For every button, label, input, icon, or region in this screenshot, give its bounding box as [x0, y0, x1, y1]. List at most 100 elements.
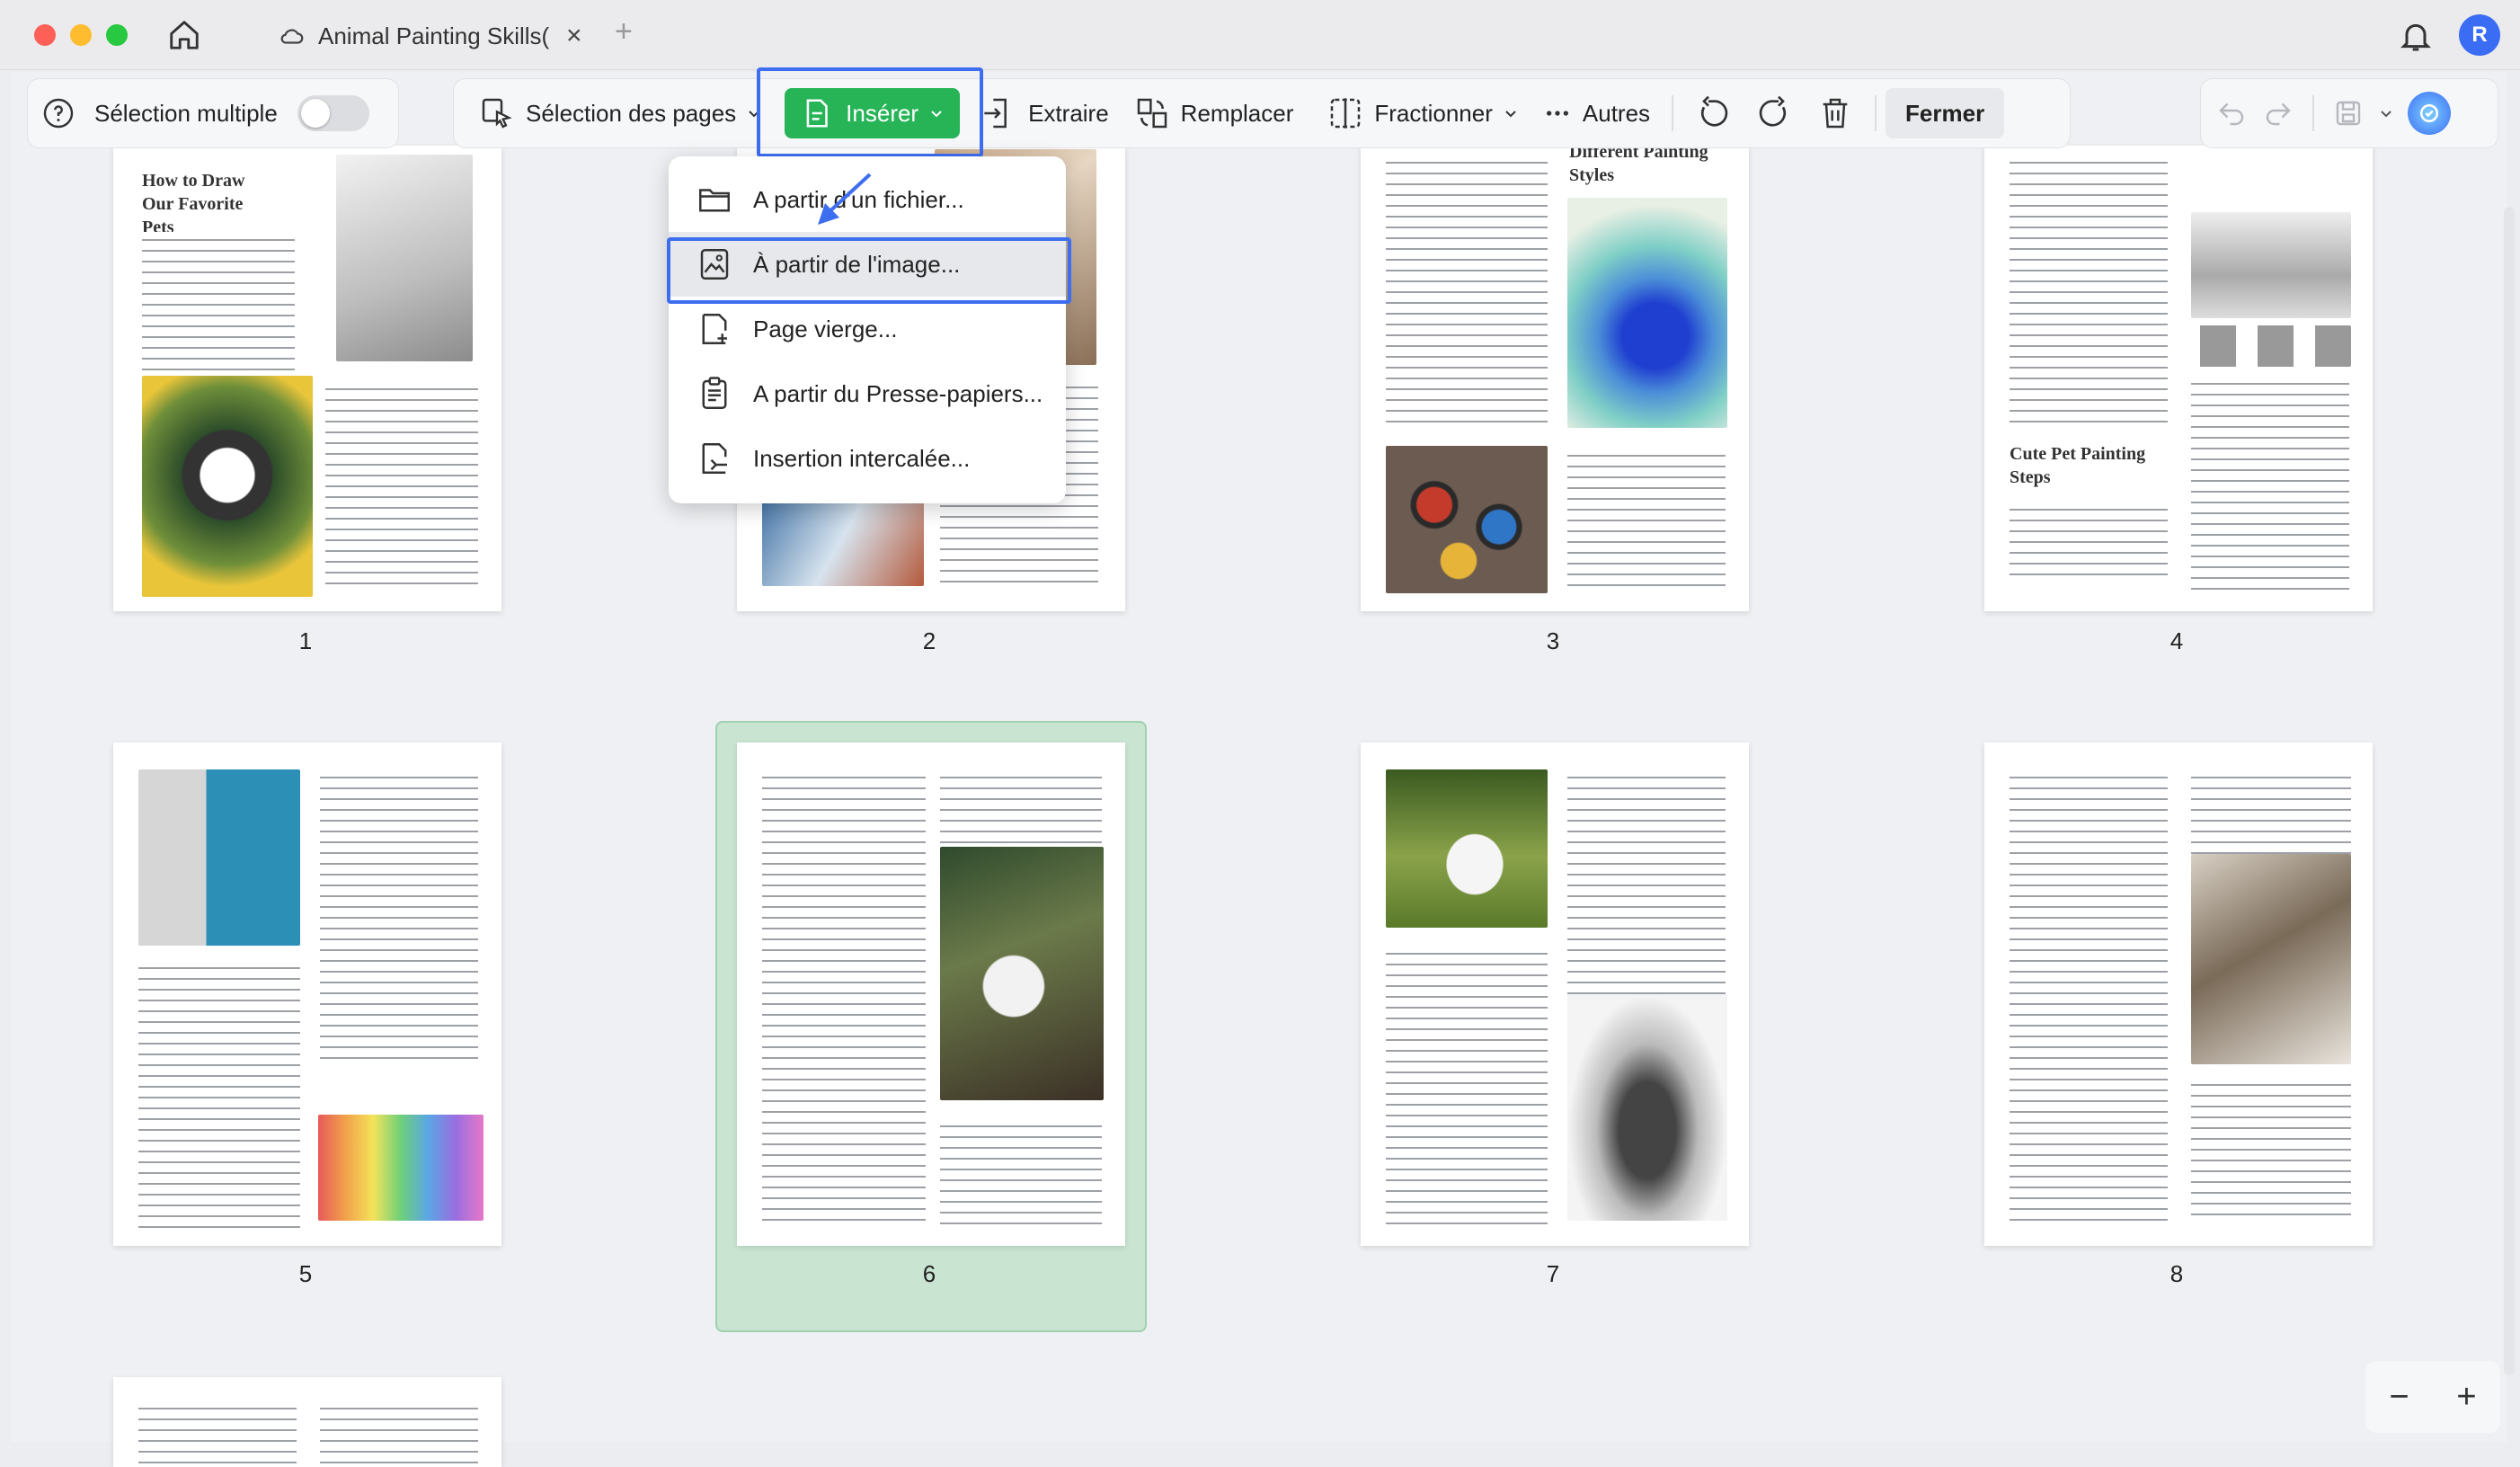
- text-block: [2191, 1077, 2351, 1221]
- image-option-highlight: [667, 237, 1071, 304]
- new-tab-icon[interactable]: +: [615, 14, 633, 49]
- sketch-steps-image: [2191, 325, 2351, 367]
- delete-button[interactable]: [1805, 88, 1866, 138]
- text-block: [2010, 502, 2168, 577]
- page-thumbnail-9[interactable]: [113, 1377, 501, 1467]
- watercolor-image: [1567, 198, 1727, 428]
- zoom-in-button[interactable]: +: [2456, 1378, 2476, 1417]
- toolbar-divider: [2312, 95, 2314, 131]
- text-block: [138, 1400, 297, 1463]
- page-number: 8: [2170, 1260, 2184, 1287]
- rotate-left-button[interactable]: [1682, 88, 1744, 138]
- text-block: [1567, 769, 1726, 994]
- zoom-controls: − +: [2365, 1361, 2500, 1433]
- plants-sketchbook-image: [940, 847, 1104, 1100]
- text-block: [762, 769, 926, 1228]
- page-thumbnail-1[interactable]: How to Draw Our Favorite Pets: [113, 146, 501, 611]
- rabbit-photo-image: [1386, 769, 1548, 928]
- replace-label: Remplacer: [1180, 99, 1294, 127]
- text-block: [1567, 448, 1726, 591]
- help-button[interactable]: [28, 88, 89, 138]
- split-button[interactable]: Fractionner: [1315, 88, 1531, 138]
- text-block: [2010, 155, 2168, 424]
- page-number: 5: [298, 1260, 313, 1287]
- page-heading: Cute Pet Painting Steps: [2010, 444, 2146, 487]
- horse-sketch-image: [2191, 854, 2351, 1064]
- menu-item-from-clipboard[interactable]: A partir du Presse-papiers...: [669, 361, 1066, 426]
- page-thumbnail-4[interactable]: Cute Pet Painting Steps: [1984, 146, 2373, 611]
- rotate-right-button[interactable]: [1744, 88, 1805, 138]
- select-pages-label: Sélection des pages: [526, 99, 737, 127]
- dog-sketch-image: [336, 155, 473, 361]
- ai-assistant-button[interactable]: [2408, 92, 2451, 135]
- toolbar-divider: [1672, 95, 1674, 131]
- toolbar-divider: [1875, 95, 1877, 131]
- extract-label: Extraire: [1028, 99, 1109, 127]
- interleave-icon: [702, 443, 727, 474]
- zoom-out-button[interactable]: −: [2389, 1378, 2409, 1417]
- menu-item-blank-page[interactable]: Page vierge...: [669, 297, 1066, 361]
- minimize-window-button[interactable]: [70, 24, 92, 46]
- menu-item-label: Insertion intercalée...: [753, 444, 971, 472]
- rotate-right-icon: [1759, 95, 1787, 127]
- main-toolbar: Sélection des pages Insérer Extraire Rem…: [453, 78, 2071, 148]
- split-icon: [1331, 98, 1361, 129]
- more-label: Autres: [1582, 99, 1651, 127]
- avatar[interactable]: R: [2459, 14, 2500, 56]
- document-tab[interactable]: Animal Painting Skills( ×: [268, 11, 604, 61]
- save-icon[interactable]: [2332, 97, 2365, 129]
- extract-icon: [984, 98, 1007, 129]
- text-block: [138, 960, 300, 1230]
- more-dots-icon: [1546, 111, 1568, 116]
- art-photo-image: [138, 769, 300, 946]
- select-cursor-icon: [482, 98, 512, 129]
- page-number: 4: [2170, 627, 2184, 654]
- multi-select-label: Sélection multiple: [94, 99, 278, 127]
- vertical-scrollbar[interactable]: [2504, 207, 2515, 1375]
- page-heading: Different Painting Styles: [1569, 146, 1708, 185]
- right-toolbar: [2200, 78, 2498, 148]
- text-block: [940, 769, 1102, 859]
- page-thumbnail-3[interactable]: Different Painting Styles: [1361, 146, 1749, 611]
- menu-item-label: A partir du Presse-papiers...: [753, 379, 1043, 407]
- extract-button[interactable]: Extraire: [969, 88, 1122, 138]
- rabbit-sketch-image: [1567, 994, 1727, 1221]
- text-block: [2010, 769, 2168, 1228]
- close-window-button[interactable]: [34, 24, 56, 46]
- text-block: [325, 381, 478, 588]
- blank-page-icon: [702, 314, 727, 344]
- select-pages-button[interactable]: Sélection des pages: [466, 88, 774, 138]
- replace-button[interactable]: Remplacer: [1122, 88, 1307, 138]
- menu-item-interleave[interactable]: Insertion intercalée...: [669, 426, 1066, 491]
- page-thumbnail-7[interactable]: [1361, 742, 1749, 1246]
- bell-icon[interactable]: [2398, 18, 2434, 54]
- text-block: [1386, 155, 1548, 424]
- page-number: 7: [1546, 1260, 1560, 1287]
- chevron-down-icon[interactable]: [2379, 106, 2393, 120]
- colored-pencils-image: [318, 1115, 484, 1221]
- close-tab-icon[interactable]: ×: [566, 21, 582, 51]
- page-thumbnail-8[interactable]: [1984, 742, 2373, 1246]
- more-button[interactable]: Autres: [1531, 88, 1663, 138]
- redo-icon[interactable]: [2262, 97, 2294, 129]
- replace-icon: [1137, 98, 1167, 129]
- text-block: [1386, 946, 1548, 1230]
- text-block: [940, 1118, 1102, 1224]
- page-number: 2: [922, 627, 936, 654]
- home-icon[interactable]: [167, 18, 201, 52]
- zoom-window-button[interactable]: [106, 24, 128, 46]
- help-icon: [43, 98, 74, 129]
- rotate-left-icon: [1701, 95, 1728, 127]
- cloud-icon: [280, 29, 304, 44]
- page-heading: How to Draw Our Favorite Pets: [142, 171, 245, 237]
- undo-icon[interactable]: [2215, 97, 2248, 129]
- annotation-arrow-icon: [818, 173, 872, 225]
- multi-select-toggle[interactable]: [297, 95, 369, 131]
- page-thumbnail-5[interactable]: [113, 742, 501, 1246]
- multi-select-pill: Sélection multiple: [27, 78, 399, 148]
- page-number: 3: [1546, 627, 1560, 654]
- clipboard-icon: [702, 377, 727, 409]
- page-thumbnail-6[interactable]: [737, 742, 1125, 1246]
- close-button[interactable]: Fermer: [1886, 88, 2005, 138]
- split-label: Fractionner: [1374, 99, 1493, 127]
